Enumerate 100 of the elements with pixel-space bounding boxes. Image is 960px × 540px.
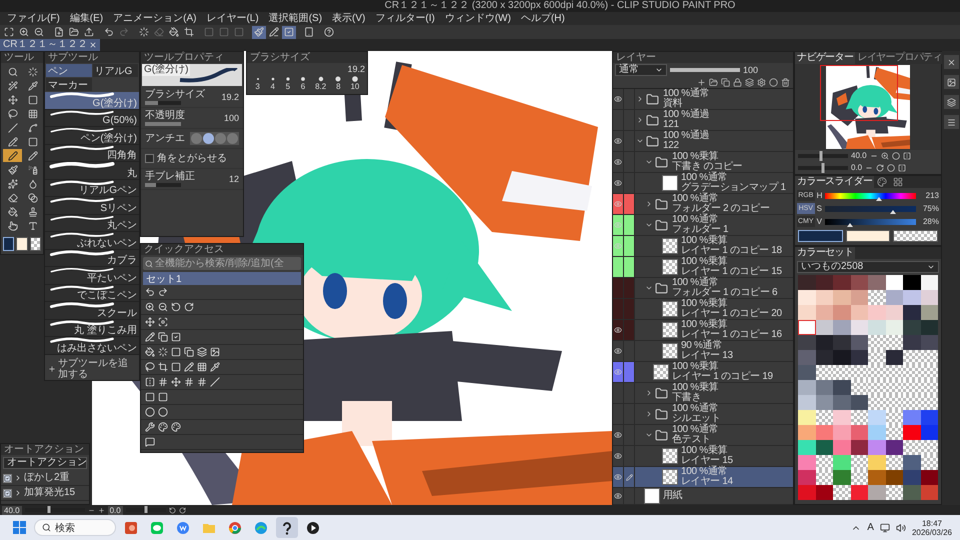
add-subtool-button[interactable]: サブツールを追加する xyxy=(45,358,139,380)
blend-mode-dropdown[interactable]: 通常 xyxy=(615,64,667,76)
menu-item[interactable]: ウィンドウ(W) xyxy=(440,12,516,25)
panel-tab[interactable]: カラースライダー xyxy=(795,176,874,188)
layer-name: レイヤー 1 のコピー 20 xyxy=(681,309,782,319)
channel-value: 75% xyxy=(922,204,939,214)
layer-row[interactable]: 100 %通過 122 xyxy=(613,131,793,152)
layer-name: 資料 xyxy=(663,99,684,109)
size-label: 8 xyxy=(336,82,341,91)
layer-row[interactable]: 100 %乗算 レイヤー 1 のコピー 18 xyxy=(613,236,793,257)
taskbar-search-field[interactable]: 検索 xyxy=(34,519,116,536)
setting-value: 19.2 xyxy=(221,91,239,103)
menu-item[interactable]: ファイル(F) xyxy=(2,12,65,25)
layer-row[interactable]: 100 %乗算 レイヤー 1 のコピー 15 xyxy=(613,257,793,278)
tab-label: CR１２１～１２２ xyxy=(3,39,88,51)
size-label: 3 xyxy=(255,82,260,91)
menu-item[interactable]: 表示(V) xyxy=(327,12,370,25)
size-label: 4 xyxy=(270,82,275,91)
brush-item[interactable]: ぶれないペン xyxy=(45,232,139,250)
layer-name: 122 xyxy=(663,141,680,151)
size-label: 5 xyxy=(286,82,290,91)
zoom-field[interactable]: 40.0 xyxy=(2,506,22,514)
brush-item[interactable]: G(50%) xyxy=(45,110,139,127)
brush-item[interactable]: スクール xyxy=(45,302,139,320)
channel-value: 28% xyxy=(922,216,939,226)
layer-blend-mode: 100 %通常 xyxy=(672,404,720,414)
brush-item[interactable]: 平たいペン xyxy=(45,267,139,284)
menu-item[interactable]: 選択範囲(S) xyxy=(264,12,328,25)
brush-item[interactable]: リアルGペン xyxy=(45,180,139,197)
subtool-tab[interactable]: ペン xyxy=(46,64,92,77)
brush-size-value: 19.2 xyxy=(347,64,365,74)
channel-label: H xyxy=(816,190,822,200)
layer-row[interactable]: 100 %通常 フォルダー 1 xyxy=(613,215,793,236)
layer-row[interactable]: 100 %乗算 レイヤー 1 のコピー 20 xyxy=(613,299,793,320)
setting-label: ブラシサイズ xyxy=(145,89,205,100)
layer-row[interactable]: 100 %乗算 レイヤー 1 のコピー 16 xyxy=(613,320,793,341)
layer-row[interactable]: 100 %乗算 下書き のコピー xyxy=(613,152,793,173)
layer-row[interactable]: 100 %乗算 レイヤー 15 xyxy=(613,446,793,467)
panel-tab[interactable]: レイヤープロパティ xyxy=(855,52,944,64)
channel-label: V xyxy=(816,216,822,226)
panel-title: ツールプロパティ xyxy=(141,52,243,63)
layer-row[interactable]: 100 %通常 資料 xyxy=(613,89,793,110)
brush-item[interactable]: Sリペン xyxy=(45,197,139,214)
brush-item[interactable]: カブラ xyxy=(45,250,139,267)
channel-label: S xyxy=(816,204,822,214)
panel-tab[interactable]: ナビゲーター xyxy=(795,52,856,64)
layer-name: フォルダー 2 のコピー xyxy=(672,204,770,214)
layer-row[interactable]: 100 %乗算 レイヤー 1 のコピー 19 xyxy=(613,362,793,383)
set-item[interactable]: セット1 xyxy=(143,272,301,285)
brush-item[interactable]: ペン(塗分け) xyxy=(45,127,139,144)
layer-name: 121 xyxy=(663,120,680,130)
layer-name: レイヤー 1 のコピー 19 xyxy=(672,372,773,382)
brush-item[interactable]: 四角角 xyxy=(45,144,139,162)
angle-field[interactable]: 0.0 xyxy=(108,506,123,514)
menu-item[interactable]: ヘルプ(H) xyxy=(516,12,570,25)
action-label: ぼかし2重 xyxy=(24,472,70,484)
color-set-dropdown[interactable]: いつもの2508 xyxy=(797,261,939,273)
brush-item[interactable]: でこぼこペン xyxy=(45,284,139,302)
layer-blend-mode: 100 %通常 xyxy=(672,278,720,288)
layer-row[interactable]: 100 %通常 グラデーションマップ 1 xyxy=(613,173,793,194)
layer-row[interactable]: 100 %通常 フォルダー 2 のコピー xyxy=(613,194,793,215)
layer-name: フォルダー 1 xyxy=(672,225,728,235)
layer-row[interactable]: 100 %乗算 下書き xyxy=(613,383,793,404)
layer-name: グラデーションマップ 1 xyxy=(681,183,786,193)
layer-name: レイヤー 13 xyxy=(681,351,733,361)
panel-title: クイックアクセス xyxy=(141,244,303,255)
layer-row[interactable]: 100 %通常 シルエット xyxy=(613,404,793,425)
opacity-value: 100 xyxy=(743,64,758,76)
brush-item[interactable]: G(塗分け) xyxy=(45,92,139,110)
layer-row[interactable]: 100 %通常 色テスト xyxy=(613,425,793,446)
menu-item[interactable]: 編集(E) xyxy=(64,12,108,25)
layer-name: レイヤー 14 xyxy=(681,477,733,487)
panel-tab[interactable]: カラーセット xyxy=(795,247,856,259)
document-tab[interactable]: CR１２１～１２２ xyxy=(0,39,100,51)
subtool-tab[interactable]: リアルG xyxy=(92,64,138,77)
layer-blend-mode: 90 %通常 xyxy=(681,341,723,351)
subtool-tab[interactable]: マーカー xyxy=(46,78,92,91)
action-set-dropdown[interactable]: オートアクション xyxy=(3,457,87,469)
brush-item[interactable]: はみ出さないペン xyxy=(45,337,139,354)
layer-blend-mode: 100 %乗算 xyxy=(681,299,728,309)
layer-blend-mode: 100 %乗算 xyxy=(672,362,720,372)
layer-row[interactable]: 100 %通過 121 xyxy=(613,110,793,131)
input-method-indicator[interactable]: A xyxy=(867,522,874,534)
layer-row[interactable]: 100 %通常 フォルダー 1 のコピー 6 xyxy=(613,278,793,299)
layer-row[interactable]: 100 %通常 レイヤー 14 xyxy=(613,467,793,488)
setting-label: 角をとがらせる xyxy=(157,152,227,164)
menu-item[interactable]: フィルター(I) xyxy=(370,12,440,25)
panel-title: レイヤー xyxy=(613,52,793,63)
brush-item[interactable]: 丸 xyxy=(45,162,139,180)
clock-date: 2026/03/26 xyxy=(912,528,952,536)
brush-item[interactable]: 丸 塗りこみ用 xyxy=(45,320,139,337)
search-field[interactable]: 全機能から検索/削除/追加(全 xyxy=(143,257,301,270)
layer-row[interactable]: 用紙 xyxy=(613,488,793,505)
layer-blend-mode: 100 %通常 xyxy=(663,89,710,99)
brush-item[interactable]: 丸ペン xyxy=(45,214,139,232)
menu-item[interactable]: レイヤー(L) xyxy=(201,12,264,25)
menu-item[interactable]: アニメーション(A) xyxy=(108,12,202,25)
layer-row[interactable]: 90 %通常 レイヤー 13 xyxy=(613,341,793,362)
setting-label: アンチエ xyxy=(145,132,185,144)
layer-blend-mode: 100 %通常 xyxy=(681,467,728,477)
